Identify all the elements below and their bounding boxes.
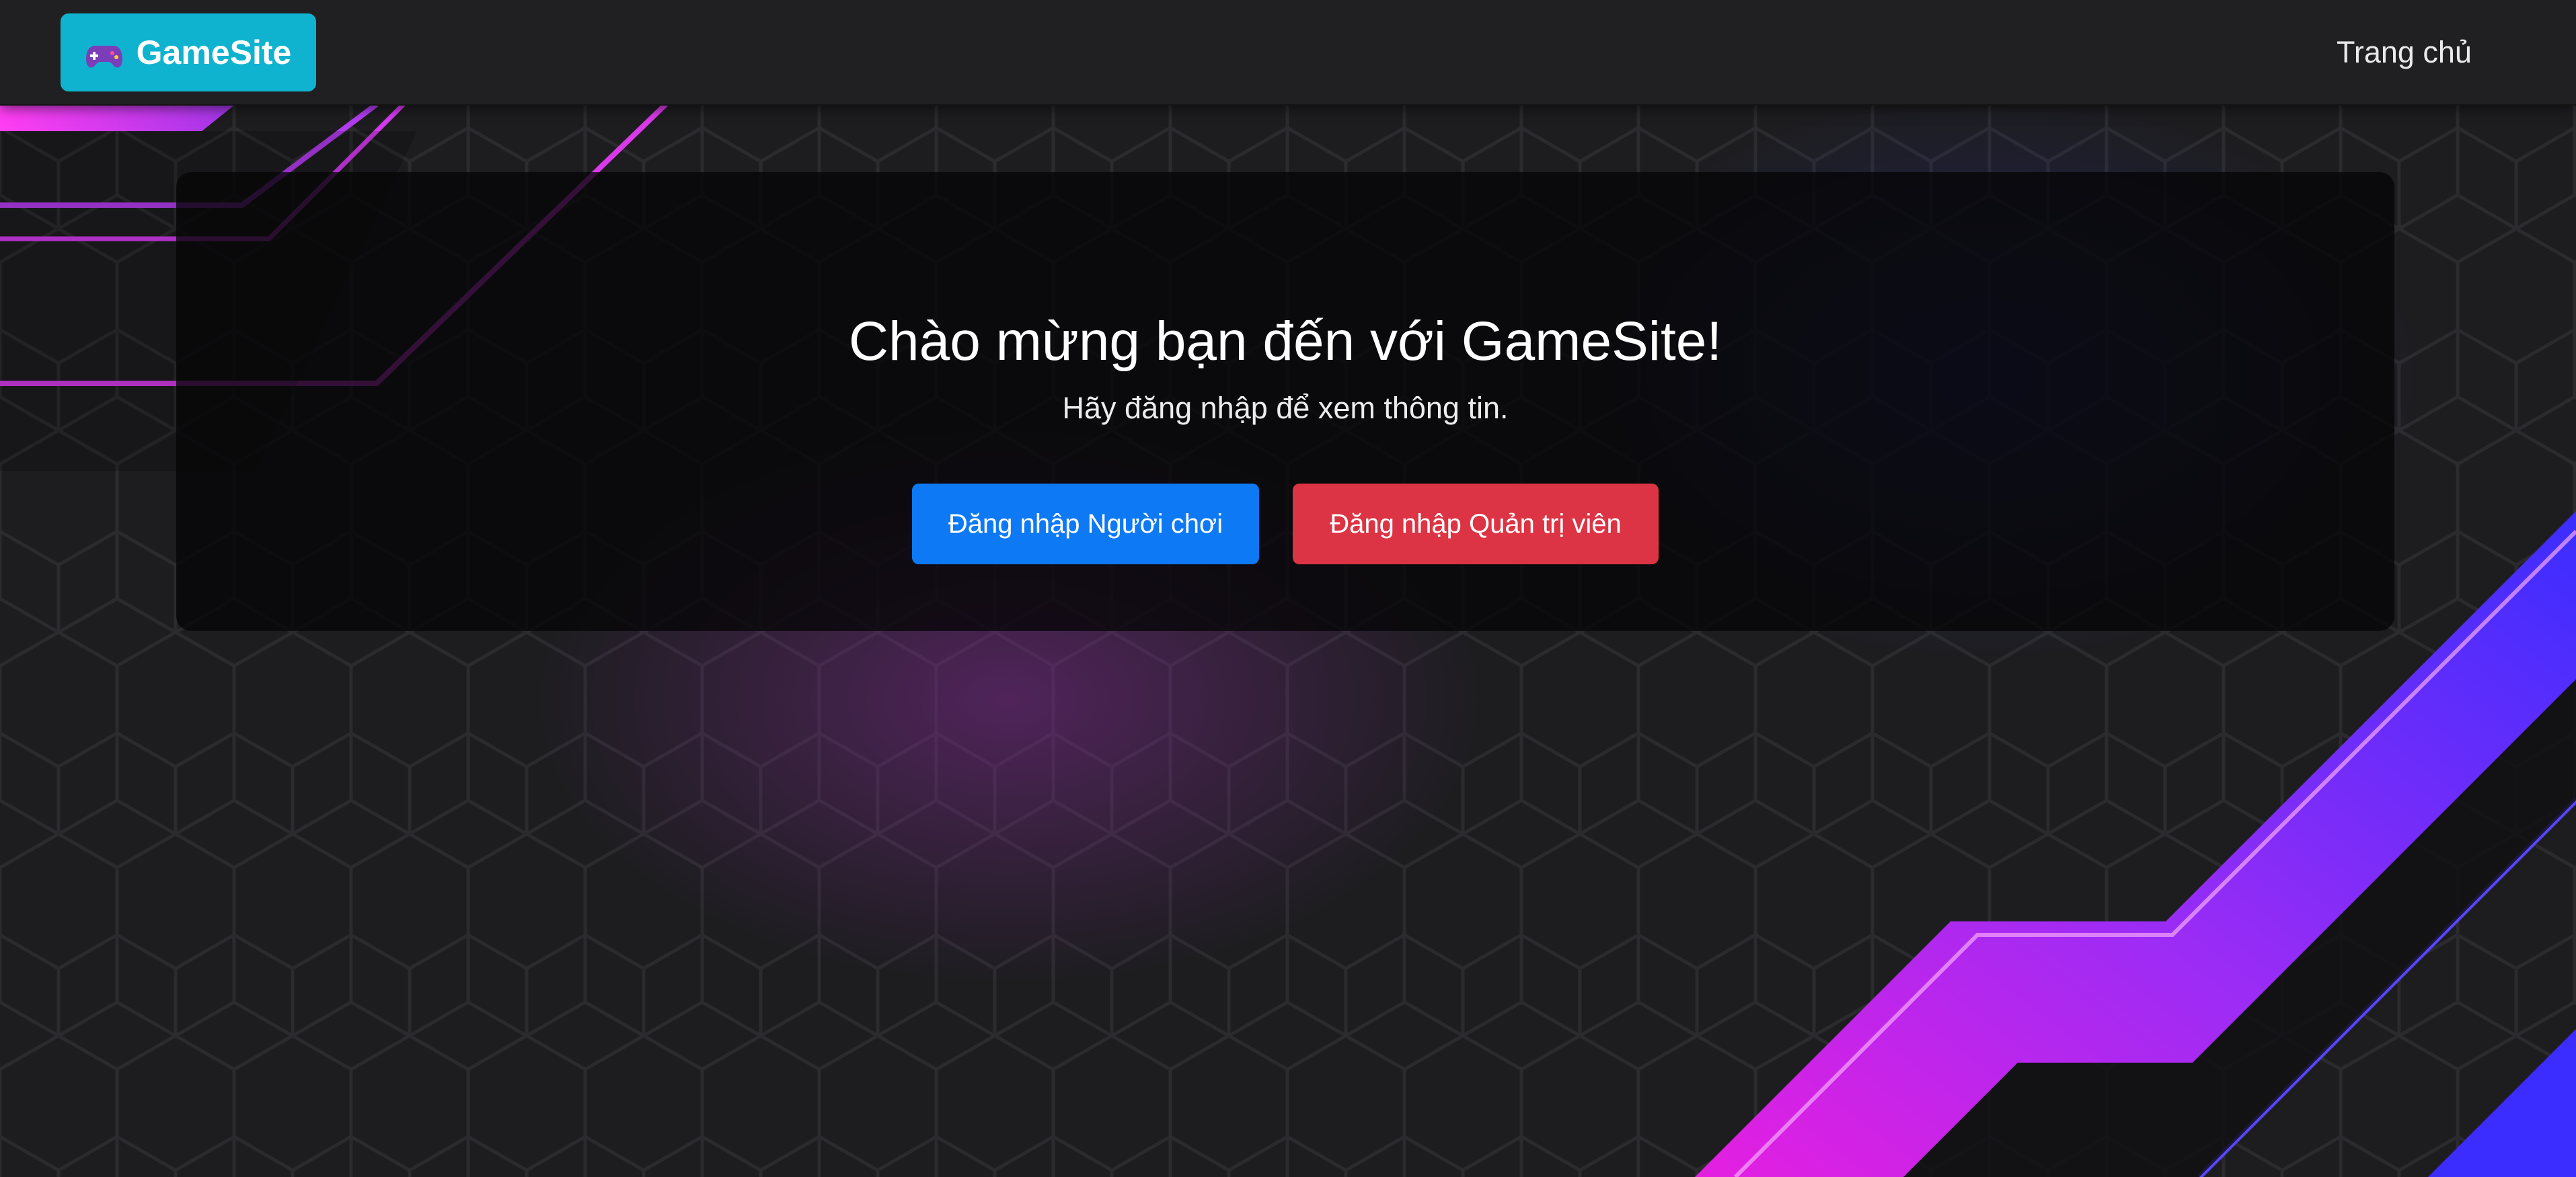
- welcome-panel: Chào mừng bạn đến với GameSite! Hãy đăng…: [176, 172, 2394, 631]
- welcome-subtitle: Hãy đăng nhập để xem thông tin.: [1062, 391, 1509, 425]
- brand-logo-button[interactable]: GameSite: [61, 13, 316, 91]
- page: GameSite Trang chủ Chào mừng bạn đến với…: [0, 0, 2576, 1177]
- gamepad-icon: [85, 39, 123, 68]
- nav-link-home[interactable]: Trang chủ: [2337, 32, 2472, 73]
- admin-login-button[interactable]: Đăng nhập Quản trị viên: [1293, 484, 1659, 564]
- brand-label: GameSite: [136, 34, 292, 71]
- navbar: GameSite Trang chủ: [0, 0, 2576, 106]
- welcome-title: Chào mừng bạn đến với GameSite!: [848, 311, 1722, 372]
- player-login-button[interactable]: Đăng nhập Người chơi: [912, 484, 1259, 564]
